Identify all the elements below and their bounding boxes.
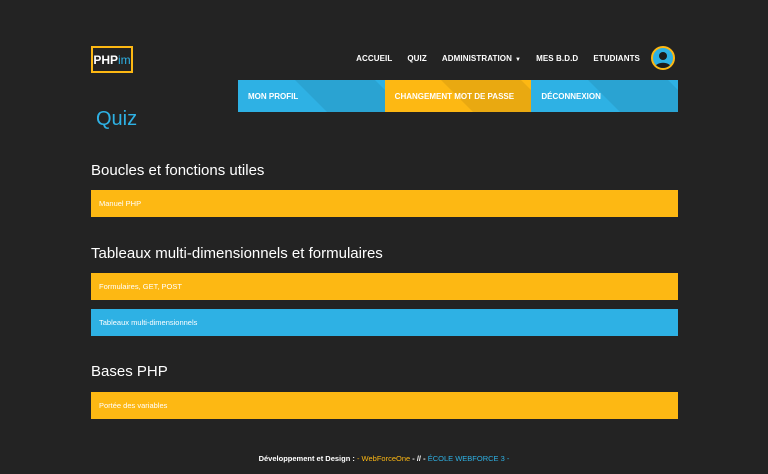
avatar[interactable] [651, 46, 675, 70]
footer-link-webforceone[interactable]: WebForceOne [362, 454, 411, 463]
page-title: Quiz [96, 108, 138, 130]
quiz-item-formulaires[interactable]: Formulaires, GET, POST [91, 273, 678, 300]
footer-separator: - [354, 454, 362, 463]
logo[interactable]: PHP im [91, 46, 133, 73]
quiz-item-manuel-php[interactable]: Manuel PHP [91, 190, 678, 217]
nav-item-accueil[interactable]: ACCUEIL [356, 54, 392, 63]
section-title: Boucles et fonctions utiles [91, 162, 265, 179]
chevron-down-icon: ▼ [515, 57, 522, 63]
nav-item-quiz[interactable]: QUIZ [407, 54, 427, 63]
user-icon [655, 52, 671, 68]
nav-item-mes-bdd[interactable]: MES B.D.D [536, 54, 578, 63]
logo-accent-text: im [118, 52, 131, 67]
footer-link-ecole-webforce3[interactable]: ÉCOLE WEBFORCE 3 [428, 454, 505, 463]
quiz-item-portee-variables[interactable]: Portée des variables [91, 392, 678, 419]
submenu-item-deconnexion[interactable]: DÉCONNEXION [531, 80, 679, 112]
submenu-item-label: MON PROFIL [248, 91, 299, 101]
logo-text: PHP [93, 52, 118, 67]
footer-separator: - // - [410, 454, 428, 463]
user-submenu: MON PROFIL CHANGEMENT MOT DE PASSE DÉCON… [238, 80, 679, 112]
footer-text: Développement et Design : [258, 454, 355, 463]
submenu-item-mon-profil[interactable]: MON PROFIL [238, 80, 385, 112]
section-title: Tableaux multi-dimensionnels et formulai… [91, 245, 383, 262]
footer-separator: - [504, 454, 510, 463]
submenu-item-changement-mot-de-passe[interactable]: CHANGEMENT MOT DE PASSE [384, 80, 532, 112]
quiz-item-tableaux[interactable]: Tableaux multi-dimensionnels [91, 309, 678, 336]
footer: Développement et Design : - WebForceOne … [0, 454, 768, 463]
submenu-item-label: DÉCONNEXION [541, 91, 601, 101]
nav-item-administration-label: ADMINISTRATION [441, 54, 513, 63]
nav-item-administration[interactable]: ADMINISTRATION ▼ [442, 54, 521, 63]
submenu-item-label: CHANGEMENT MOT DE PASSE [394, 91, 515, 101]
main-nav: ACCUEIL QUIZ ADMINISTRATION ▼ MES B.D.D E… [356, 54, 640, 63]
nav-item-etudiants[interactable]: ETUDIANTS [593, 54, 640, 63]
section-title: Bases PHP [91, 363, 168, 380]
